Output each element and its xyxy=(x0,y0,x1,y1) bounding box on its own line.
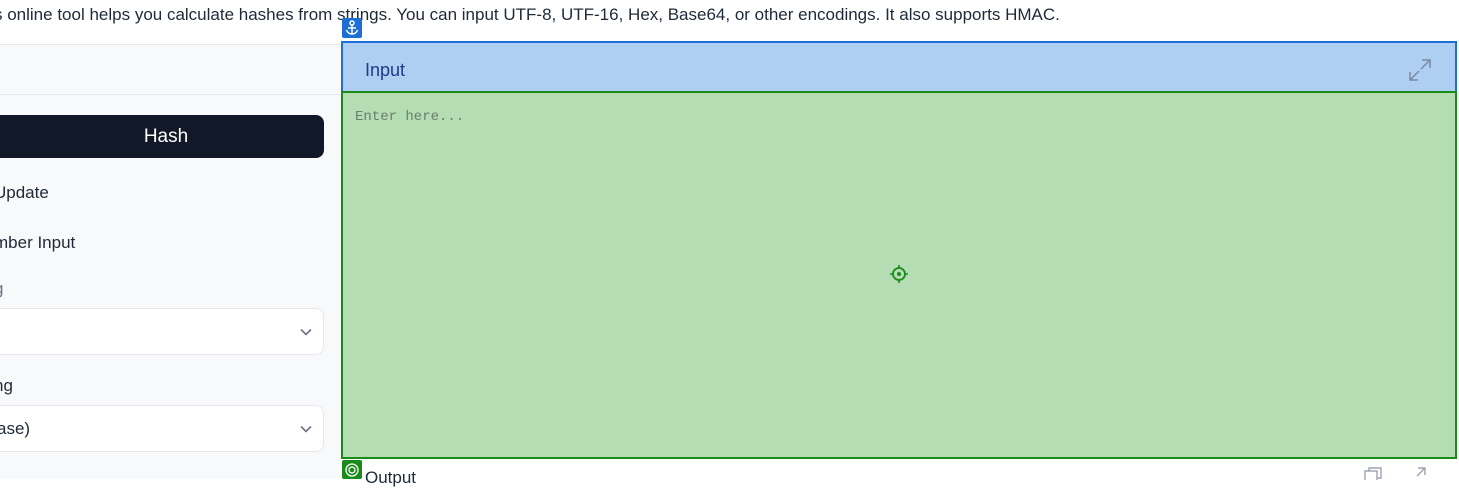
input-placeholder: Enter here... xyxy=(355,109,465,125)
copy-icon[interactable] xyxy=(1362,466,1384,480)
remember-input-option[interactable]: mber Input xyxy=(0,233,75,253)
anchor-icon xyxy=(342,18,362,38)
chevron-down-icon xyxy=(300,328,312,336)
options-header xyxy=(0,45,340,95)
expand-icon[interactable] xyxy=(1406,466,1428,480)
options-panel: Hash Update mber Input g ng ase) xyxy=(0,44,340,479)
tool-description: s online tool helps you calculate hashes… xyxy=(0,0,1459,44)
input-encoding-select[interactable] xyxy=(0,308,324,355)
output-encoding-label: ng xyxy=(0,376,13,395)
output-panel-title: Output xyxy=(365,468,417,487)
auto-update-option[interactable]: Update xyxy=(0,183,49,203)
hash-button[interactable]: Hash xyxy=(0,115,324,158)
input-panel-header: Input xyxy=(341,41,1457,95)
target-icon xyxy=(342,460,362,479)
output-encoding-value: ase) xyxy=(0,418,31,438)
input-panel-title: Input xyxy=(365,60,406,80)
crosshair-icon xyxy=(890,265,908,283)
expand-icon[interactable] xyxy=(1407,57,1433,83)
input-encoding-label: g xyxy=(0,279,3,299)
chevron-down-icon xyxy=(300,425,312,433)
description-text: s online tool helps you calculate hashes… xyxy=(0,5,1060,24)
output-encoding-select[interactable]: ase) xyxy=(0,405,324,452)
